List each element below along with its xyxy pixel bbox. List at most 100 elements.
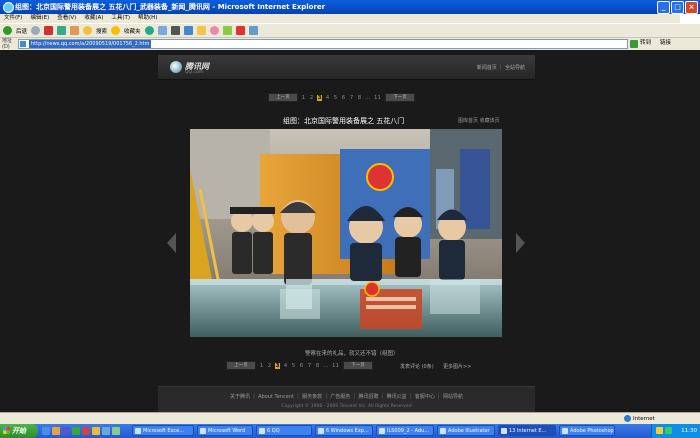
links-button[interactable]: 链接 xyxy=(660,39,671,48)
qq-logo-icon[interactable] xyxy=(170,61,182,73)
ie-icon xyxy=(3,2,14,13)
folder-icon[interactable] xyxy=(196,26,206,35)
task-internet-explorer[interactable]: 13 Internet E... xyxy=(498,425,556,436)
footer-links[interactable]: 关于腾讯 ｜ About Tencent ｜ 服务条款 ｜ 广告服务 ｜ 腾讯招… xyxy=(158,393,535,400)
comment-link[interactable]: 发表评论 (0条) xyxy=(400,363,434,370)
photo-caption: 警察在来的礼品，就又还不错（组图） xyxy=(305,351,399,357)
page-link[interactable]: 11 xyxy=(331,363,340,369)
toolbar: 后退 搜索 收藏夹 xyxy=(0,23,700,38)
page-link[interactable]: 8 xyxy=(357,95,362,101)
next-page-button-bottom[interactable]: 下一页 xyxy=(343,361,373,370)
search-icon[interactable] xyxy=(83,26,93,35)
site-logo-sub: QQ.com xyxy=(185,70,204,75)
messenger-icon[interactable] xyxy=(209,26,219,35)
quicklaunch-app-icon[interactable] xyxy=(82,427,90,435)
search-button[interactable]: 搜索 xyxy=(96,27,107,35)
tray-icon[interactable] xyxy=(665,427,672,434)
menu-help[interactable]: 帮助(H) xyxy=(138,14,157,23)
page-link[interactable]: 7 xyxy=(307,363,312,369)
edit-icon[interactable] xyxy=(183,26,193,35)
windows-logo-icon xyxy=(680,14,700,23)
tool-icon[interactable] xyxy=(248,26,258,35)
quicklaunch-app-icon[interactable] xyxy=(102,427,110,435)
mail-icon[interactable] xyxy=(157,26,167,35)
quicklaunch-app-icon[interactable] xyxy=(92,427,100,435)
page-link[interactable]: 4 xyxy=(283,363,288,369)
quicklaunch-explorer-icon[interactable] xyxy=(52,427,60,435)
address-input[interactable]: http://news.qq.com/a/20090519/001756_2.h… xyxy=(18,39,628,49)
quicklaunch-desktop-icon[interactable] xyxy=(62,427,70,435)
menu-edit[interactable]: 编辑(E) xyxy=(30,14,49,23)
next-page-button[interactable]: 下一页 xyxy=(385,93,415,102)
page-link[interactable]: 1 xyxy=(259,363,264,369)
minimize-button[interactable]: _ xyxy=(657,1,670,14)
page-link[interactable]: 6 xyxy=(299,363,304,369)
quicklaunch-app-icon[interactable] xyxy=(112,427,120,435)
task-illustrator[interactable]: Adobe Illustrator xyxy=(437,425,495,436)
page-ellipsis: … xyxy=(365,94,371,101)
home-icon[interactable] xyxy=(70,26,80,35)
next-photo-arrow-icon[interactable] xyxy=(516,233,525,253)
task-word[interactable]: Microsoft Word xyxy=(197,425,253,436)
menu-view[interactable]: 查看(V) xyxy=(57,14,76,23)
page-content: 腾讯网 QQ.com 新闻首页 ｜ 全站导航 上一页 1 2 3 4 5 6 7… xyxy=(0,50,700,412)
page-link[interactable]: 7 xyxy=(349,95,354,101)
tray-icon[interactable] xyxy=(656,427,663,434)
page-link[interactable]: 2 xyxy=(309,95,314,101)
clock: 11:30 xyxy=(681,428,697,434)
page-link[interactable]: 8 xyxy=(315,363,320,369)
task-qq[interactable]: 6 QQ xyxy=(256,425,312,436)
main-photo[interactable] xyxy=(190,129,502,337)
bookmark-icon[interactable] xyxy=(235,26,245,35)
title-bar: 组图：北京国际警用装备展之 五花八门_武器装备_新闻_腾讯网 - Microso… xyxy=(0,0,700,14)
page-icon xyxy=(20,41,26,47)
prev-page-button-bottom[interactable]: 上一页 xyxy=(226,361,256,370)
prev-photo-arrow-icon[interactable] xyxy=(167,233,176,253)
print-icon[interactable] xyxy=(170,26,180,35)
page-link[interactable]: 6 xyxy=(341,95,346,101)
quicklaunch-ie-icon[interactable] xyxy=(42,427,50,435)
favorites-button[interactable]: 收藏夹 xyxy=(124,27,141,35)
zone-label: Internet xyxy=(633,415,655,422)
close-button[interactable]: × xyxy=(685,1,698,14)
task-windows-explorer[interactable]: 6 Windows Exp... xyxy=(315,425,373,436)
top-nav-links[interactable]: 新闻首页 ｜ 全站导航 xyxy=(477,64,525,71)
menu-tools[interactable]: 工具(T) xyxy=(111,14,130,23)
task-photoshop[interactable]: Adobe Photoshop xyxy=(559,425,615,436)
photo-links[interactable]: 图库首页 收藏该页 xyxy=(458,117,500,124)
task-excel[interactable]: Microsoft Exce... xyxy=(132,425,194,436)
stop-icon[interactable] xyxy=(44,26,54,35)
menu-favorites[interactable]: 收藏(A) xyxy=(84,14,103,23)
forward-icon[interactable] xyxy=(31,26,41,35)
back-button[interactable]: 后退 xyxy=(16,27,27,35)
refresh-icon[interactable] xyxy=(57,26,67,35)
globe-icon xyxy=(624,415,631,422)
back-icon[interactable] xyxy=(3,26,12,35)
page-link[interactable]: 5 xyxy=(291,363,296,369)
maximize-button[interactable]: □ xyxy=(671,1,684,14)
address-url[interactable]: http://news.qq.com/a/20090519/001756_2.h… xyxy=(29,40,152,48)
task-acrobat[interactable]: ILS009_2 - Adu... xyxy=(376,425,434,436)
taskbar: 开始 Microsoft Exce... Microsoft Word 6 QQ… xyxy=(0,424,700,438)
go-label: 转到 xyxy=(640,40,652,46)
page-link[interactable]: 2 xyxy=(267,363,272,369)
go-button[interactable]: 转到 xyxy=(630,39,651,48)
page-link[interactable]: 4 xyxy=(325,95,330,101)
menu-file[interactable]: 文件(F) xyxy=(4,14,22,23)
pager-bottom: 上一页 1 2 3 4 5 6 7 8 … 11 下一页 xyxy=(226,361,373,370)
page-link[interactable]: 1 xyxy=(301,95,306,101)
research-icon[interactable] xyxy=(222,26,232,35)
favorites-star-icon[interactable] xyxy=(111,26,121,35)
page-link[interactable]: 5 xyxy=(333,95,338,101)
more-photos-link[interactable]: 更多图片>> xyxy=(443,363,471,370)
page-link[interactable]: 11 xyxy=(373,95,382,101)
photo-title: 组图：北京国际警用装备展之 五花八门 xyxy=(283,117,405,125)
copyright: Copyright © 1998 - 2009 Tencent Inc. All… xyxy=(281,404,412,409)
quicklaunch-app-icon[interactable] xyxy=(72,427,80,435)
page-ellipsis: … xyxy=(323,362,329,369)
prev-page-button[interactable]: 上一页 xyxy=(268,93,298,102)
start-button[interactable]: 开始 xyxy=(0,424,38,438)
start-label: 开始 xyxy=(12,427,26,435)
system-tray: 11:30 xyxy=(651,424,700,438)
history-icon[interactable] xyxy=(144,26,154,35)
